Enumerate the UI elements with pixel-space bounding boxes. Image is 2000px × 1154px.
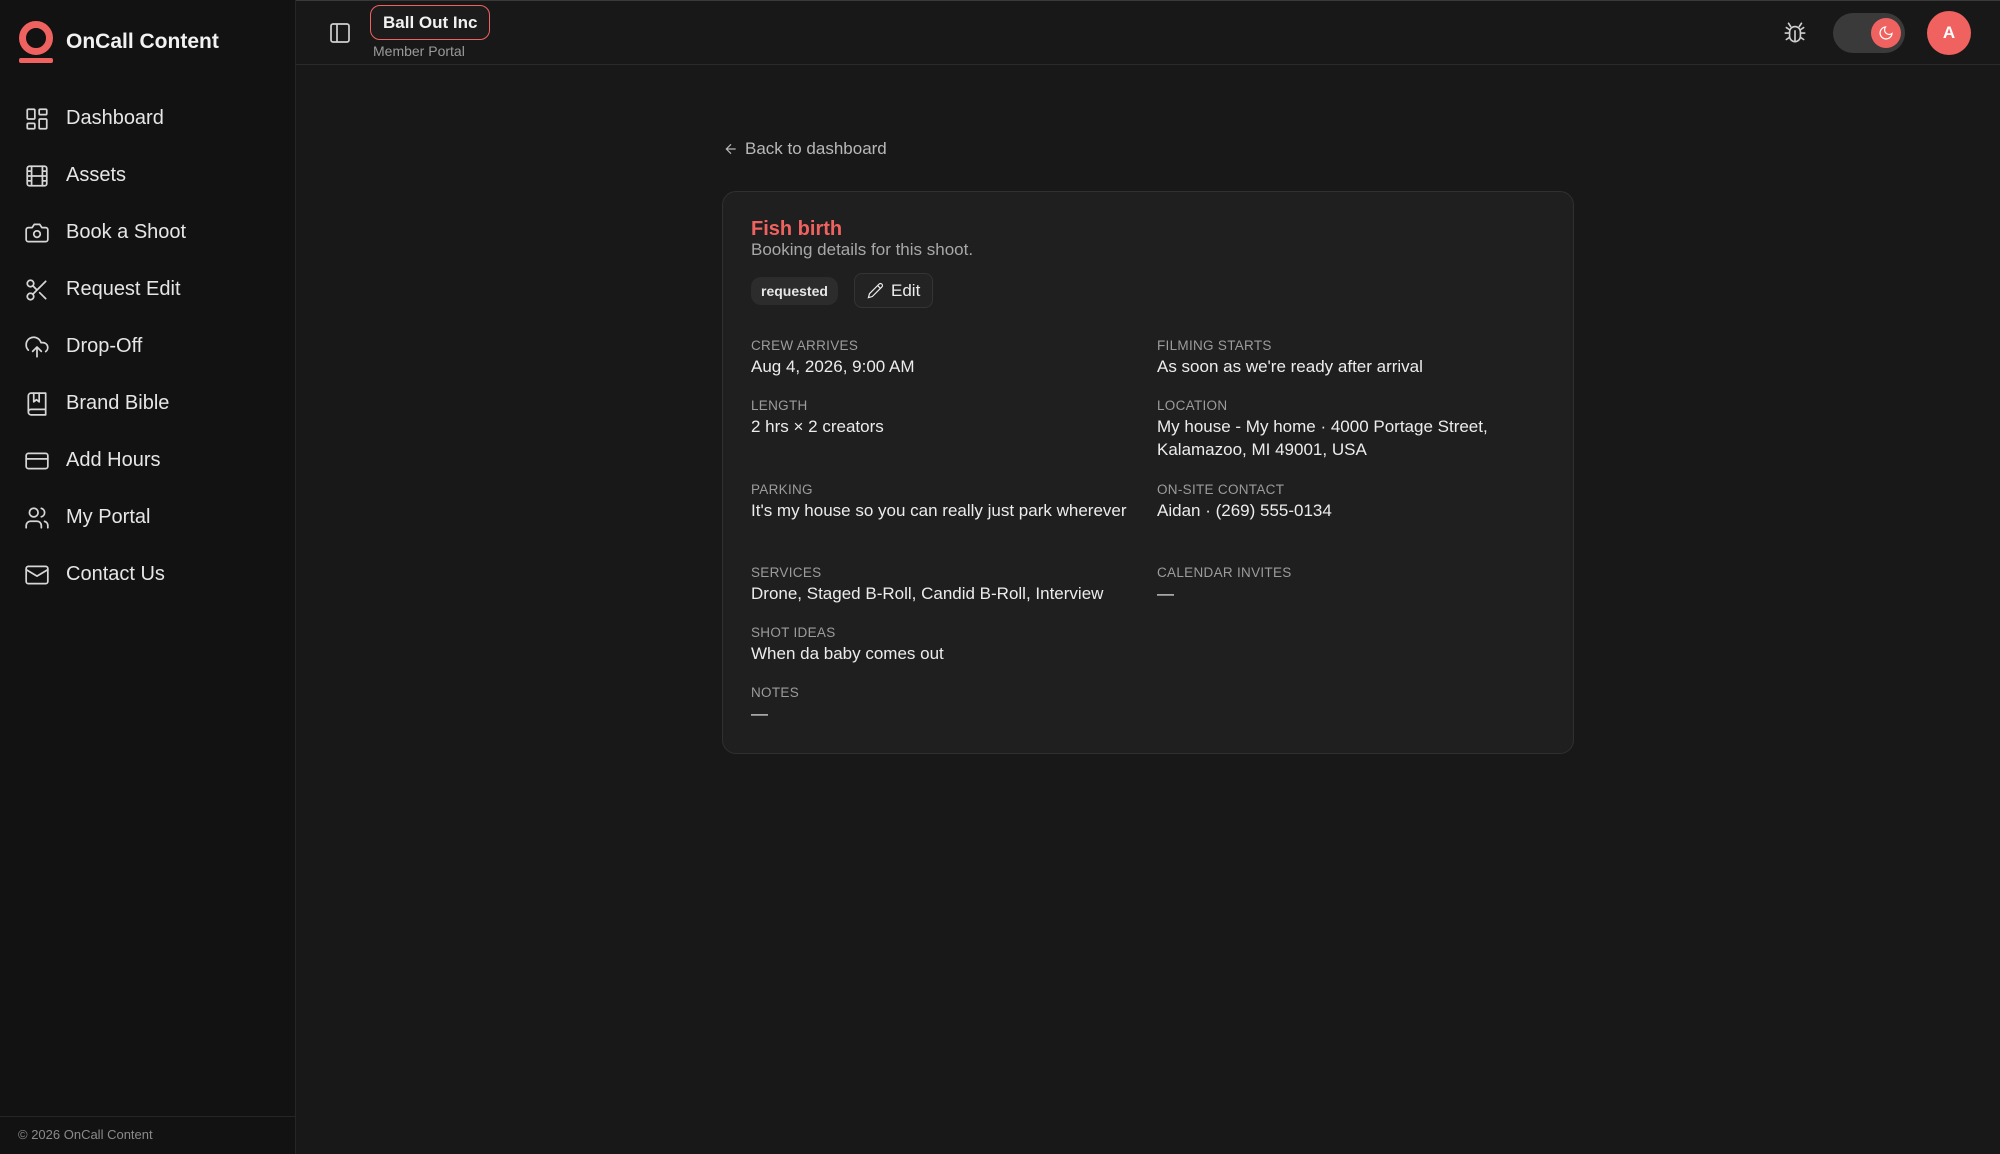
- field-location: LOCATION My house - My home · 4000 Porta…: [1157, 398, 1557, 461]
- booking-subtitle: Booking details for this shoot.: [751, 240, 974, 259]
- sidebar-footer: © 2026 OnCall Content: [0, 1116, 296, 1154]
- back-to-dashboard-link[interactable]: Back to dashboard: [723, 139, 887, 159]
- sidebar-item-label: Add Hours: [66, 449, 161, 471]
- camera-icon: [25, 222, 49, 243]
- sidebar-item-label: My Portal: [66, 506, 151, 528]
- sidebar-item-label: Contact Us: [66, 563, 165, 585]
- sidebar-item-drop-off[interactable]: Drop-Off: [0, 318, 296, 375]
- field-value: —: [1157, 584, 1174, 603]
- org-subtitle: Member Portal: [373, 43, 465, 59]
- book-icon: [27, 391, 47, 416]
- sidebar-item-my-portal[interactable]: My Portal: [0, 489, 296, 546]
- field-label: LOCATION: [1157, 398, 1228, 413]
- credit-card-icon: [25, 452, 49, 469]
- sidebar-item-label: Book a Shoot: [66, 221, 187, 243]
- sidebar: OnCall Content Dashboard Assets Book a S…: [0, 0, 296, 1154]
- pencil-icon: [867, 283, 883, 299]
- brand-name: OnCall Content: [66, 30, 219, 53]
- field-crew-arrives: CREW ARRIVES Aug 4, 2026, 9:00 AM: [751, 338, 1151, 378]
- bug-icon: [1784, 22, 1806, 43]
- sidebar-item-label: Dashboard: [66, 107, 164, 129]
- brand[interactable]: OnCall Content: [18, 20, 219, 64]
- field-label: CALENDAR INVITES: [1157, 565, 1292, 580]
- field-value: Drone, Staged B-Roll, Candid B-Roll, Int…: [751, 584, 1104, 603]
- report-bug-button[interactable]: [1782, 20, 1808, 46]
- booking-title: Fish birth: [751, 218, 843, 240]
- field-value: Aug 4, 2026, 9:00 AM: [751, 357, 915, 376]
- field-label: NOTES: [751, 685, 800, 700]
- sidebar-item-dashboard[interactable]: Dashboard: [0, 90, 296, 147]
- field-calendar-invites: CALENDAR INVITES —: [1157, 565, 1557, 605]
- field-label: SHOT IDEAS: [751, 625, 836, 640]
- dashboard-icon: [26, 107, 48, 130]
- scissors-icon: [26, 278, 47, 301]
- field-filming-starts: FILMING STARTS As soon as we're ready af…: [1157, 338, 1557, 378]
- field-label: ON-SITE CONTACT: [1157, 482, 1285, 497]
- status-badge: requested: [751, 277, 838, 305]
- mail-icon: [25, 564, 49, 585]
- sidebar-item-label: Brand Bible: [66, 392, 170, 414]
- field-notes: NOTES —: [751, 685, 1151, 725]
- field-label: LENGTH: [751, 398, 808, 413]
- field-label: SERVICES: [751, 565, 822, 580]
- sidebar-item-contact-us[interactable]: Contact Us: [0, 546, 296, 603]
- field-value: Aidan · (269) 555-0134: [1157, 501, 1332, 520]
- theme-toggle[interactable]: [1833, 13, 1905, 53]
- booking-details-card: Fish birth Booking details for this shoo…: [722, 191, 1574, 754]
- brand-logo-icon: [18, 20, 54, 64]
- sidebar-item-brand-bible[interactable]: Brand Bible: [0, 375, 296, 432]
- moon-icon: [1879, 26, 1893, 40]
- field-shot-ideas: SHOT IDEAS When da baby comes out: [751, 625, 1151, 665]
- field-label: CREW ARRIVES: [751, 338, 859, 353]
- field-label: PARKING: [751, 482, 813, 497]
- sidebar-item-add-hours[interactable]: Add Hours: [0, 432, 296, 489]
- field-services: SERVICES Drone, Staged B-Roll, Candid B-…: [751, 565, 1151, 605]
- users-icon: [25, 506, 49, 529]
- field-value: As soon as we're ready after arrival: [1157, 357, 1423, 376]
- field-value: When da baby comes out: [751, 644, 944, 663]
- arrow-left-icon: [725, 143, 736, 155]
- back-link-label: Back to dashboard: [745, 139, 887, 158]
- field-parking: PARKING It's my house so you can really …: [751, 482, 1151, 522]
- sidebar-item-assets[interactable]: Assets: [0, 147, 296, 204]
- edit-button[interactable]: Edit: [854, 273, 934, 308]
- cloud-upload-icon: [25, 335, 49, 358]
- field-label: FILMING STARTS: [1157, 338, 1272, 353]
- field-value: It's my house so you can really just par…: [751, 501, 1127, 520]
- panel-left-icon: [330, 23, 350, 43]
- field-value: My house - My home · 4000 Portage Street…: [1157, 417, 1488, 459]
- sidebar-toggle-button[interactable]: [328, 21, 352, 45]
- avatar[interactable]: A: [1927, 11, 1971, 55]
- sidebar-item-label: Request Edit: [66, 278, 181, 300]
- field-onsite-contact: ON-SITE CONTACT Aidan · (269) 555-0134: [1157, 482, 1557, 522]
- field-length: LENGTH 2 hrs × 2 creators: [751, 398, 1151, 438]
- sidebar-item-label: Assets: [66, 164, 127, 186]
- film-icon: [26, 164, 48, 187]
- sidebar-item-book-a-shoot[interactable]: Book a Shoot: [0, 204, 296, 261]
- field-value: 2 hrs × 2 creators: [751, 417, 884, 436]
- sidebar-nav: Dashboard Assets Book a Shoot Request Ed…: [0, 90, 296, 603]
- edit-button-label: Edit: [891, 280, 921, 300]
- org-switcher[interactable]: Ball Out Inc: [370, 5, 491, 40]
- theme-toggle-knob: [1871, 18, 1901, 48]
- top-header: Ball Out Inc Member Portal A: [296, 1, 2000, 65]
- field-value: —: [751, 704, 768, 723]
- sidebar-item-label: Drop-Off: [66, 335, 143, 357]
- sidebar-item-request-edit[interactable]: Request Edit: [0, 261, 296, 318]
